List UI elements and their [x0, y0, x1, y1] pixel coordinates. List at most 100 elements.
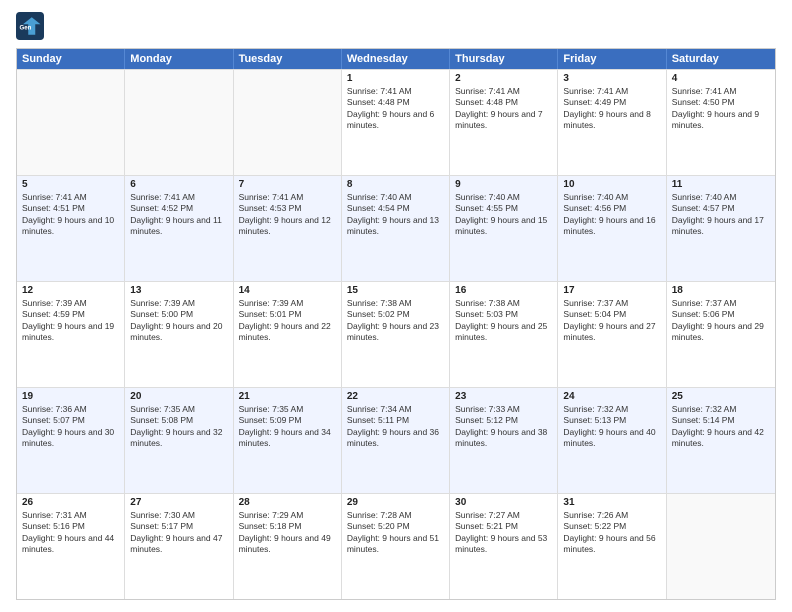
calendar-cell-r3c0: 19Sunrise: 7:36 AM Sunset: 5:07 PM Dayli…: [17, 388, 125, 493]
calendar-cell-r3c4: 23Sunrise: 7:33 AM Sunset: 5:12 PM Dayli…: [450, 388, 558, 493]
calendar-cell-r4c2: 28 Sunrise: 7:29 AM Sunset: 5:18 PM Dayli…: [234, 494, 342, 599]
cell-info: Sunrise: 7:34 AM Sunset: 5:11 PM Dayligh…: [347, 404, 444, 450]
cell-info: Sunrise: 7:38 AM Sunset: 5:02 PM Dayligh…: [347, 298, 444, 344]
header-day-wednesday: Wednesday: [342, 49, 450, 69]
day-number: 8: [347, 179, 444, 190]
day-number: 9: [455, 179, 552, 190]
calendar-cell-r3c5: 24 Sunrise: 7:32 AM Sunset: 5:13 PM Dayli…: [558, 388, 666, 493]
calendar-cell-r1c5: 10Sunrise: 7:40 AM Sunset: 4:56 PM Dayli…: [558, 176, 666, 281]
header-day-thursday: Thursday: [450, 49, 558, 69]
calendar-cell-r4c6: [667, 494, 775, 599]
calendar-cell-r2c5: 17Sunrise: 7:37 AM Sunset: 5:04 PM Dayli…: [558, 282, 666, 387]
cell-info: Sunrise: 7:40 AM Sunset: 4:54 PM Dayligh…: [347, 192, 444, 238]
calendar-cell-r0c3: 1 Sunrise: 7:41 AM Sunset: 4:48 PM Daylig…: [342, 70, 450, 175]
day-number: 7: [239, 179, 336, 190]
day-number: 25: [672, 391, 770, 402]
cell-info: Sunrise: 7:39 AM Sunset: 5:01 PM Dayligh…: [239, 298, 336, 344]
day-number: 23: [455, 391, 552, 402]
cell-info: Sunrise: 7:41 AM Sunset: 4:48 PM Dayligh…: [347, 86, 444, 132]
header-day-monday: Monday: [125, 49, 233, 69]
calendar-cell-r0c4: 2 Sunrise: 7:41 AM Sunset: 4:48 PM Daylig…: [450, 70, 558, 175]
day-number: 11: [672, 179, 770, 190]
page: Gen SundayMondayTuesdayWednesdayThursday…: [0, 0, 792, 612]
day-number: 1: [347, 73, 444, 84]
day-number: 26: [22, 497, 119, 508]
calendar-cell-r2c0: 12 Sunrise: 7:39 AM Sunset: 4:59 PM Dayli…: [17, 282, 125, 387]
cell-info: Sunrise: 7:26 AM Sunset: 5:22 PM Dayligh…: [563, 510, 660, 556]
cell-info: Sunrise: 7:35 AM Sunset: 5:08 PM Dayligh…: [130, 404, 227, 450]
day-number: 28: [239, 497, 336, 508]
cell-info: Sunrise: 7:32 AM Sunset: 5:13 PM Dayligh…: [563, 404, 660, 450]
day-number: 21: [239, 391, 336, 402]
calendar-row-0: 1 Sunrise: 7:41 AM Sunset: 4:48 PM Daylig…: [17, 69, 775, 175]
calendar-cell-r2c2: 14Sunrise: 7:39 AM Sunset: 5:01 PM Dayli…: [234, 282, 342, 387]
logo-icon: Gen: [16, 12, 44, 40]
day-number: 2: [455, 73, 552, 84]
cell-info: Sunrise: 7:29 AM Sunset: 5:18 PM Dayligh…: [239, 510, 336, 556]
cell-info: Sunrise: 7:27 AM Sunset: 5:21 PM Dayligh…: [455, 510, 552, 556]
day-number: 4: [672, 73, 770, 84]
day-number: 17: [563, 285, 660, 296]
calendar-cell-r2c1: 13 Sunrise: 7:39 AM Sunset: 5:00 PM Dayli…: [125, 282, 233, 387]
day-number: 3: [563, 73, 660, 84]
cell-info: Sunrise: 7:37 AM Sunset: 5:06 PM Dayligh…: [672, 298, 770, 344]
header-day-sunday: Sunday: [17, 49, 125, 69]
calendar-cell-r1c2: 7 Sunrise: 7:41 AM Sunset: 4:53 PM Daylig…: [234, 176, 342, 281]
cell-info: Sunrise: 7:39 AM Sunset: 5:00 PM Dayligh…: [130, 298, 227, 344]
calendar-cell-r4c4: 30 Sunrise: 7:27 AM Sunset: 5:21 PM Dayli…: [450, 494, 558, 599]
day-number: 20: [130, 391, 227, 402]
day-number: 13: [130, 285, 227, 296]
day-number: 27: [130, 497, 227, 508]
day-number: 10: [563, 179, 660, 190]
day-number: 30: [455, 497, 552, 508]
cell-info: Sunrise: 7:39 AM Sunset: 4:59 PM Dayligh…: [22, 298, 119, 344]
calendar-cell-r1c0: 5 Sunrise: 7:41 AM Sunset: 4:51 PM Daylig…: [17, 176, 125, 281]
calendar-row-2: 12 Sunrise: 7:39 AM Sunset: 4:59 PM Dayli…: [17, 281, 775, 387]
calendar-cell-r0c5: 3 Sunrise: 7:41 AM Sunset: 4:49 PM Daylig…: [558, 70, 666, 175]
calendar-cell-r1c1: 6 Sunrise: 7:41 AM Sunset: 4:52 PM Daylig…: [125, 176, 233, 281]
cell-info: Sunrise: 7:41 AM Sunset: 4:49 PM Dayligh…: [563, 86, 660, 132]
cell-info: Sunrise: 7:41 AM Sunset: 4:52 PM Dayligh…: [130, 192, 227, 238]
calendar-cell-r3c2: 21 Sunrise: 7:35 AM Sunset: 5:09 PM Dayli…: [234, 388, 342, 493]
cell-info: Sunrise: 7:41 AM Sunset: 4:53 PM Dayligh…: [239, 192, 336, 238]
calendar-cell-r2c4: 16 Sunrise: 7:38 AM Sunset: 5:03 PM Dayli…: [450, 282, 558, 387]
day-number: 31: [563, 497, 660, 508]
calendar-header: SundayMondayTuesdayWednesdayThursdayFrid…: [17, 49, 775, 69]
day-number: 6: [130, 179, 227, 190]
cell-info: Sunrise: 7:36 AM Sunset: 5:07 PM Dayligh…: [22, 404, 119, 450]
cell-info: Sunrise: 7:28 AM Sunset: 5:20 PM Dayligh…: [347, 510, 444, 556]
header: Gen: [16, 12, 776, 40]
calendar-cell-r1c3: 8 Sunrise: 7:40 AM Sunset: 4:54 PM Daylig…: [342, 176, 450, 281]
cell-info: Sunrise: 7:40 AM Sunset: 4:55 PM Dayligh…: [455, 192, 552, 238]
day-number: 24: [563, 391, 660, 402]
header-day-tuesday: Tuesday: [234, 49, 342, 69]
day-number: 5: [22, 179, 119, 190]
calendar-cell-r0c6: 4Sunrise: 7:41 AM Sunset: 4:50 PM Daylig…: [667, 70, 775, 175]
calendar-body: 1 Sunrise: 7:41 AM Sunset: 4:48 PM Daylig…: [17, 69, 775, 599]
calendar-cell-r0c1: [125, 70, 233, 175]
cell-info: Sunrise: 7:41 AM Sunset: 4:48 PM Dayligh…: [455, 86, 552, 132]
cell-info: Sunrise: 7:41 AM Sunset: 4:51 PM Dayligh…: [22, 192, 119, 238]
calendar-cell-r4c5: 31 Sunrise: 7:26 AM Sunset: 5:22 PM Dayli…: [558, 494, 666, 599]
calendar-cell-r3c3: 22 Sunrise: 7:34 AM Sunset: 5:11 PM Dayli…: [342, 388, 450, 493]
logo: Gen: [16, 12, 48, 40]
cell-info: Sunrise: 7:31 AM Sunset: 5:16 PM Dayligh…: [22, 510, 119, 556]
calendar-cell-r2c6: 18 Sunrise: 7:37 AM Sunset: 5:06 PM Dayli…: [667, 282, 775, 387]
calendar-cell-r3c6: 25Sunrise: 7:32 AM Sunset: 5:14 PM Dayli…: [667, 388, 775, 493]
calendar: SundayMondayTuesdayWednesdayThursdayFrid…: [16, 48, 776, 600]
day-number: 22: [347, 391, 444, 402]
calendar-cell-r4c1: 27 Sunrise: 7:30 AM Sunset: 5:17 PM Dayli…: [125, 494, 233, 599]
day-number: 12: [22, 285, 119, 296]
day-number: 18: [672, 285, 770, 296]
day-number: 16: [455, 285, 552, 296]
calendar-row-1: 5 Sunrise: 7:41 AM Sunset: 4:51 PM Daylig…: [17, 175, 775, 281]
cell-info: Sunrise: 7:35 AM Sunset: 5:09 PM Dayligh…: [239, 404, 336, 450]
calendar-cell-r0c0: [17, 70, 125, 175]
calendar-cell-r3c1: 20 Sunrise: 7:35 AM Sunset: 5:08 PM Dayli…: [125, 388, 233, 493]
calendar-cell-r4c3: 29Sunrise: 7:28 AM Sunset: 5:20 PM Dayli…: [342, 494, 450, 599]
cell-info: Sunrise: 7:30 AM Sunset: 5:17 PM Dayligh…: [130, 510, 227, 556]
calendar-cell-r0c2: [234, 70, 342, 175]
calendar-row-3: 19Sunrise: 7:36 AM Sunset: 5:07 PM Dayli…: [17, 387, 775, 493]
calendar-cell-r1c4: 9 Sunrise: 7:40 AM Sunset: 4:55 PM Daylig…: [450, 176, 558, 281]
cell-info: Sunrise: 7:38 AM Sunset: 5:03 PM Dayligh…: [455, 298, 552, 344]
